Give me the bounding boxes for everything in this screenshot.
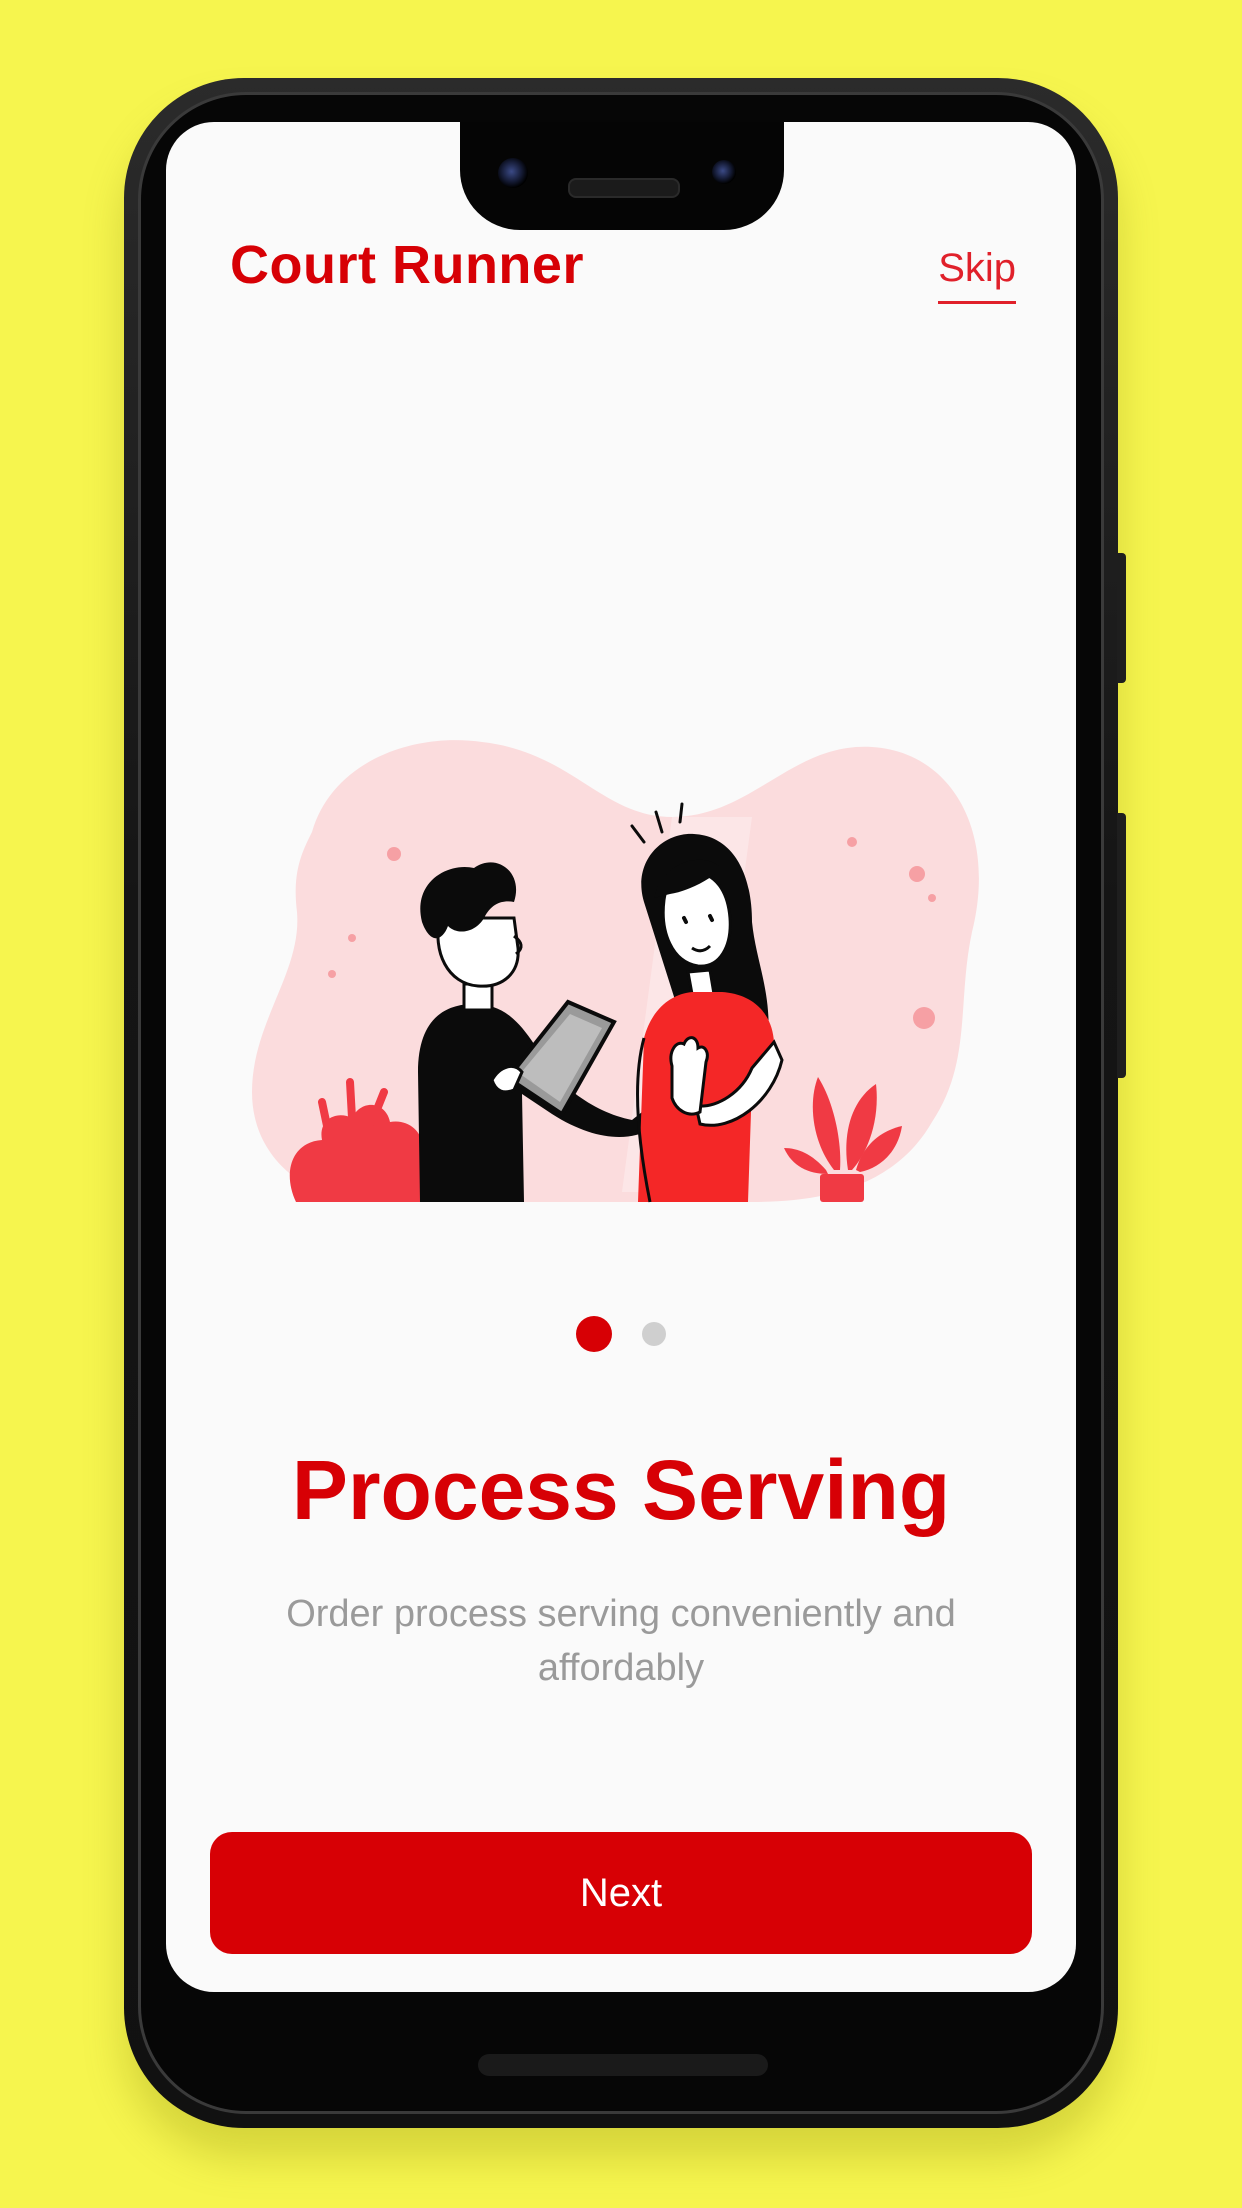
power-button xyxy=(1117,553,1126,683)
app-screen: Court Runner Skip Process Serving Order … xyxy=(166,122,1076,1992)
device-mockup: Court Runner Skip Process Serving Order … xyxy=(0,0,1242,2208)
page-dot-inactive[interactable] xyxy=(642,1322,666,1346)
onboarding-subtitle: Order process serving conveniently and a… xyxy=(286,1593,956,1689)
sensor-icon xyxy=(712,160,736,184)
next-button[interactable]: Next xyxy=(210,1832,1032,1954)
home-indicator xyxy=(478,2054,768,2076)
camera-notch xyxy=(460,122,784,230)
page-dot-active[interactable] xyxy=(576,1316,612,1352)
skip-link[interactable]: Skip xyxy=(938,246,1016,304)
process-serving-illustration xyxy=(252,740,979,1203)
onboarding-heading: Process Serving xyxy=(291,1443,951,1537)
app-title: Court Runner xyxy=(230,235,584,295)
volume-button xyxy=(1117,813,1126,1078)
front-camera-icon xyxy=(498,158,528,188)
earpiece-speaker xyxy=(568,178,680,198)
page-indicator xyxy=(166,1316,1076,1352)
